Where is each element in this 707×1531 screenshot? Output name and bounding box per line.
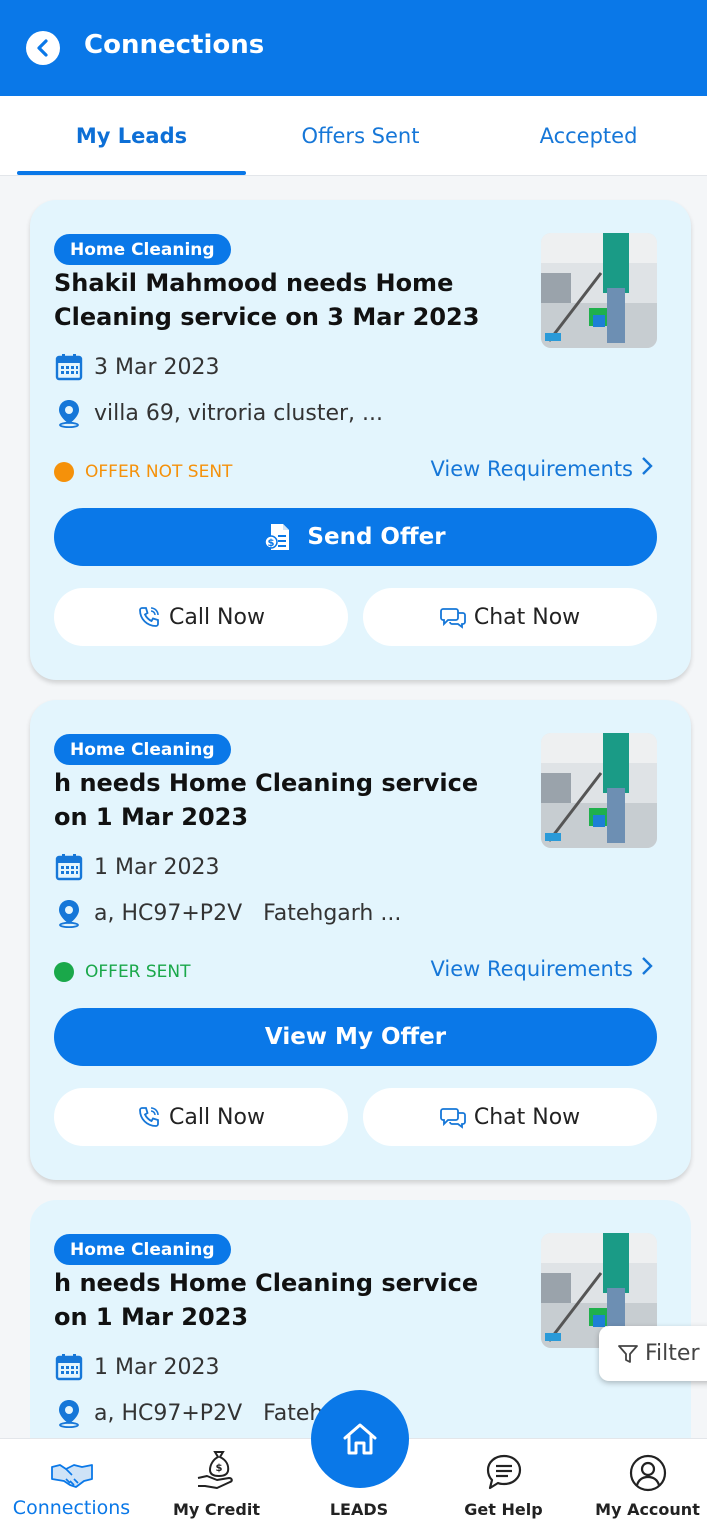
- lead-title: h needs Home Cleaning service on 1 Mar 2…: [54, 1269, 479, 1331]
- home-icon: [343, 1423, 377, 1455]
- view-requirements-label: View Requirements: [430, 456, 633, 481]
- help-chat-icon: [484, 1452, 524, 1492]
- view-requirements-link[interactable]: View Requirements: [430, 456, 653, 481]
- tab-offers-sent[interactable]: Offers Sent: [246, 96, 475, 176]
- page-title: Connections: [84, 30, 265, 60]
- call-now-label: Call Now: [169, 604, 265, 630]
- call-now-button[interactable]: Call Now: [54, 1088, 348, 1146]
- lead-card[interactable]: Home Cleaning Shakil Mahmood needs Home …: [30, 200, 691, 680]
- status-text: OFFER SENT: [85, 962, 191, 982]
- nav-my-credit[interactable]: $ My Credit: [145, 1439, 288, 1531]
- handshake-icon: [50, 1459, 94, 1489]
- view-my-offer-label: View My Offer: [264, 1024, 447, 1050]
- nav-connections[interactable]: Connections: [0, 1439, 143, 1531]
- back-button[interactable]: [26, 31, 60, 65]
- nav-connections-label: Connections: [12, 1497, 131, 1519]
- phone-icon: [137, 605, 161, 629]
- filter-button[interactable]: Filter: [599, 1326, 707, 1381]
- calendar-icon: [54, 1352, 84, 1382]
- nav-my-account-label: My Account: [595, 1500, 700, 1519]
- lead-date: 1 Mar 2023: [94, 854, 220, 880]
- lead-title: h needs Home Cleaning service on 1 Mar 2…: [54, 769, 479, 831]
- view-requirements-link[interactable]: View Requirements: [430, 956, 653, 981]
- money-bag-hand-icon: $: [195, 1448, 239, 1492]
- lead-date: 1 Mar 2023: [94, 1354, 220, 1380]
- document-offer-icon: $: [265, 522, 293, 552]
- svg-text:$: $: [215, 1463, 222, 1474]
- phone-icon: [137, 1105, 161, 1129]
- nav-get-help[interactable]: Get Help: [432, 1439, 575, 1531]
- lead-location: villa 69, vitroria cluster, ...: [94, 400, 384, 426]
- nav-get-help-label: Get Help: [464, 1500, 543, 1519]
- chevron-right-icon: [641, 456, 653, 481]
- tab-active-indicator: [17, 171, 246, 175]
- chat-bubbles-icon: [439, 1105, 466, 1129]
- app-bar: Connections: [0, 0, 707, 96]
- leads-home-button[interactable]: [311, 1390, 409, 1488]
- filter-funnel-icon: [617, 1343, 639, 1365]
- chat-now-button[interactable]: Chat Now: [363, 1088, 657, 1146]
- category-chip: Home Cleaning: [54, 234, 231, 265]
- location-pin-icon: [54, 398, 84, 428]
- location-row: villa 69, vitroria cluster, ...: [54, 398, 383, 428]
- location-row: a, HC97+P2V Fatehgarh ...: [54, 898, 401, 928]
- chevron-left-icon: [37, 39, 48, 57]
- offer-status: OFFER SENT: [54, 962, 191, 982]
- calendar-icon: [54, 352, 84, 382]
- status-text: OFFER NOT SENT: [85, 462, 233, 482]
- send-offer-button[interactable]: $ Send Offer: [54, 508, 657, 566]
- call-now-button[interactable]: Call Now: [54, 588, 348, 646]
- status-dot: [54, 962, 74, 982]
- call-now-label: Call Now: [169, 1104, 265, 1130]
- user-circle-icon: [629, 1454, 667, 1492]
- offer-status: OFFER NOT SENT: [54, 462, 232, 482]
- chevron-right-icon: [641, 956, 653, 981]
- nav-leads-label: LEADS: [329, 1500, 389, 1519]
- chat-bubbles-icon: [439, 605, 466, 629]
- calendar-icon: [54, 852, 84, 882]
- filter-label: Filter: [645, 1341, 700, 1366]
- tab-accepted[interactable]: Accepted: [474, 96, 703, 176]
- lead-location: a, HC97+P2V Fatehgarh ...: [94, 900, 402, 926]
- lead-title: Shakil Mahmood needs Home Cleaning servi…: [54, 269, 480, 331]
- date-row: 1 Mar 2023: [54, 1352, 219, 1382]
- service-thumbnail: [541, 233, 657, 348]
- category-chip: Home Cleaning: [54, 734, 231, 765]
- nav-my-credit-label: My Credit: [173, 1500, 260, 1519]
- category-chip: Home Cleaning: [54, 1234, 231, 1265]
- svg-text:$: $: [268, 538, 275, 549]
- view-my-offer-button[interactable]: View My Offer: [54, 1008, 657, 1066]
- chat-now-label: Chat Now: [473, 604, 581, 630]
- view-requirements-label: View Requirements: [430, 956, 633, 981]
- nav-my-account[interactable]: My Account: [576, 1439, 707, 1531]
- tab-bar: My Leads Offers Sent Accepted: [0, 96, 707, 176]
- location-pin-icon: [54, 898, 84, 928]
- lead-date: 3 Mar 2023: [94, 354, 220, 380]
- lead-card[interactable]: Home Cleaning h needs Home Cleaning serv…: [30, 700, 691, 1180]
- chat-now-button[interactable]: Chat Now: [363, 588, 657, 646]
- location-pin-icon: [54, 1398, 84, 1428]
- date-row: 3 Mar 2023: [54, 352, 219, 382]
- chat-now-label: Chat Now: [473, 1104, 581, 1130]
- send-offer-label: Send Offer: [307, 524, 446, 550]
- service-thumbnail: [541, 733, 657, 848]
- date-row: 1 Mar 2023: [54, 852, 219, 882]
- status-dot: [54, 462, 74, 482]
- tab-my-leads[interactable]: My Leads: [17, 96, 246, 176]
